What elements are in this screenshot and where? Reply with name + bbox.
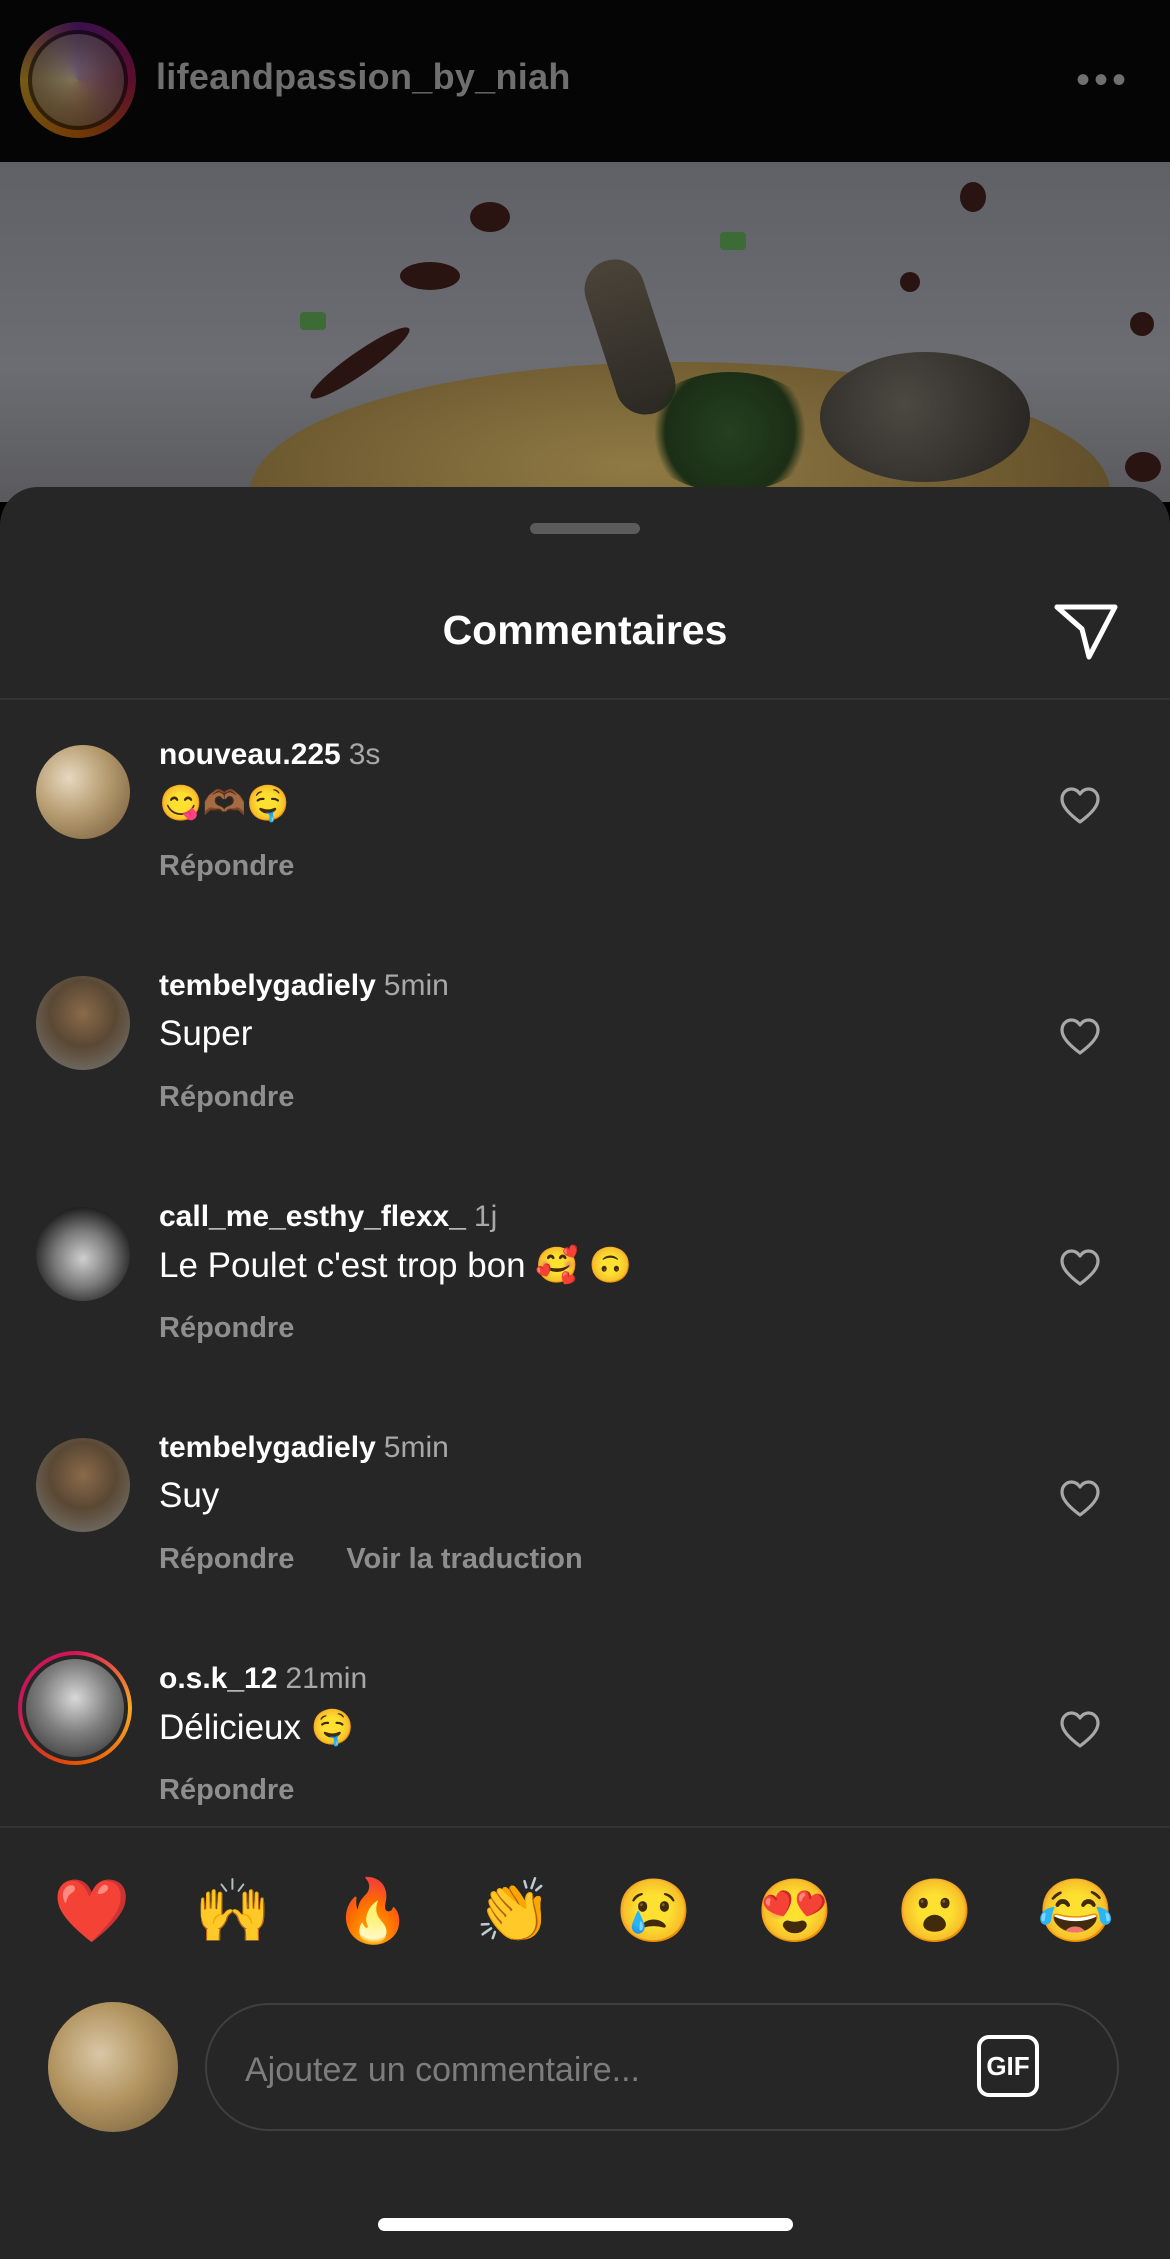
post-header: lifeandpassion_by_niah ••• xyxy=(0,0,1170,162)
comment-actions: Répondre xyxy=(159,1774,294,1807)
comment-item: tembelygadiely 5min Super Répondre xyxy=(0,931,1170,1162)
home-indicator xyxy=(378,2218,793,2231)
emoji-heart[interactable]: ❤️ xyxy=(52,1872,132,1952)
reply-button[interactable]: Répondre xyxy=(159,1312,294,1344)
heart-icon[interactable] xyxy=(1060,1480,1100,1518)
gif-button[interactable]: GIF xyxy=(977,2035,1039,2097)
comment-text: Suy xyxy=(159,1476,220,1515)
emoji-surprised[interactable]: 😮 xyxy=(895,1872,975,1952)
comment-actions: Répondre Voir la traduction xyxy=(159,1543,583,1576)
current-user-avatar xyxy=(48,2002,178,2132)
commenter-avatar[interactable] xyxy=(36,1438,130,1532)
comment-header: tembelygadiely 5min xyxy=(159,969,449,1003)
comment-header: o.s.k_12 21min xyxy=(159,1662,367,1696)
emoji-clapping[interactable]: 👏 xyxy=(474,1872,554,1952)
sauce-drop xyxy=(900,272,920,292)
commenter-avatar[interactable] xyxy=(36,1207,130,1301)
comment-text: 😋🫶🏾🤤 xyxy=(159,784,290,823)
post-image xyxy=(0,162,1170,502)
emoji-laughing[interactable]: 😂 xyxy=(1036,1872,1116,1952)
comment-actions: Répondre xyxy=(159,850,294,883)
comments-sheet: Commentaires nouveau.225 3s 😋🫶🏾🤤 Répondre… xyxy=(0,487,1170,2259)
herb-garnish xyxy=(640,372,820,492)
story-ring[interactable] xyxy=(18,1651,132,1765)
emoji-fire[interactable]: 🔥 xyxy=(333,1872,413,1952)
sauce-drop xyxy=(470,202,510,232)
commenter-username[interactable]: o.s.k_12 xyxy=(159,1662,277,1695)
reply-button[interactable]: Répondre xyxy=(159,1543,294,1575)
comment-text: Le Poulet c'est trop bon 🥰 🙃 xyxy=(159,1246,633,1285)
commenter-username[interactable]: nouveau.225 xyxy=(159,738,341,771)
comment-input[interactable] xyxy=(243,2041,947,2099)
comment-item: nouveau.225 3s 😋🫶🏾🤤 Répondre xyxy=(0,700,1170,931)
comment-actions: Répondre xyxy=(159,1081,294,1114)
comment-header: call_me_esthy_flexx_ 1j xyxy=(159,1200,497,1234)
comment-item: call_me_esthy_flexx_ 1j Le Poulet c'est t… xyxy=(0,1162,1170,1393)
sauce-drop xyxy=(400,262,460,290)
commenter-username[interactable]: tembelygadiely xyxy=(159,969,376,1002)
heart-icon[interactable] xyxy=(1060,1711,1100,1749)
sheet-title: Commentaires xyxy=(442,607,728,653)
comment-time: 5min xyxy=(383,969,449,1002)
quick-emoji-bar: ❤️ 🙌 🔥 👏 😢 😍 😮 😂 xyxy=(0,1872,1170,1952)
comment-time: 1j xyxy=(473,1200,498,1233)
chicken-piece xyxy=(820,352,1030,482)
comment-header: nouveau.225 3s xyxy=(159,738,380,772)
post-author-avatar[interactable] xyxy=(28,30,128,130)
commenter-username[interactable]: call_me_esthy_flexx_ xyxy=(159,1200,466,1233)
comment-composer: GIF xyxy=(205,2003,1119,2131)
heart-icon[interactable] xyxy=(1060,1018,1100,1056)
chive-piece xyxy=(720,232,746,250)
reply-button[interactable]: Répondre xyxy=(159,1081,294,1113)
chive-piece xyxy=(300,312,326,330)
sauce-drop xyxy=(960,182,986,212)
emoji-heart-eyes[interactable]: 😍 xyxy=(755,1872,835,1952)
commenter-username[interactable]: tembelygadiely xyxy=(159,1431,376,1464)
comment-header: tembelygadiely 5min xyxy=(159,1431,449,1465)
see-translation-button[interactable]: Voir la traduction xyxy=(346,1543,582,1575)
more-horizontal-icon[interactable]: ••• xyxy=(1076,60,1130,100)
comment-time: 5min xyxy=(383,1431,449,1464)
commenter-avatar[interactable] xyxy=(26,1659,124,1757)
commenter-avatar[interactable] xyxy=(36,745,130,839)
emoji-raised-hands[interactable]: 🙌 xyxy=(193,1872,273,1952)
comment-text: Super xyxy=(159,1014,253,1053)
reply-button[interactable]: Répondre xyxy=(159,850,294,882)
drag-handle[interactable] xyxy=(530,523,640,534)
comment-time: 21min xyxy=(285,1662,368,1695)
sauce-drop xyxy=(1130,312,1154,336)
heart-icon[interactable] xyxy=(1060,1249,1100,1287)
comment-item: o.s.k_12 21min Délicieux 🤤 Répondre xyxy=(0,1624,1170,1855)
comment-text: Délicieux 🤤 xyxy=(159,1708,355,1747)
send-icon[interactable] xyxy=(1053,599,1119,661)
post-author-username[interactable]: lifeandpassion_by_niah xyxy=(156,56,571,98)
heart-icon[interactable] xyxy=(1060,787,1100,825)
comment-time: 3s xyxy=(348,738,381,771)
emoji-bar-divider xyxy=(0,1826,1170,1828)
comment-actions: Répondre xyxy=(159,1312,294,1345)
sauce-drop xyxy=(1125,452,1161,482)
emoji-crying[interactable]: 😢 xyxy=(614,1872,694,1952)
commenter-avatar[interactable] xyxy=(36,976,130,1070)
reply-button[interactable]: Répondre xyxy=(159,1774,294,1806)
comment-item: tembelygadiely 5min Suy Répondre Voir la t… xyxy=(0,1393,1170,1624)
